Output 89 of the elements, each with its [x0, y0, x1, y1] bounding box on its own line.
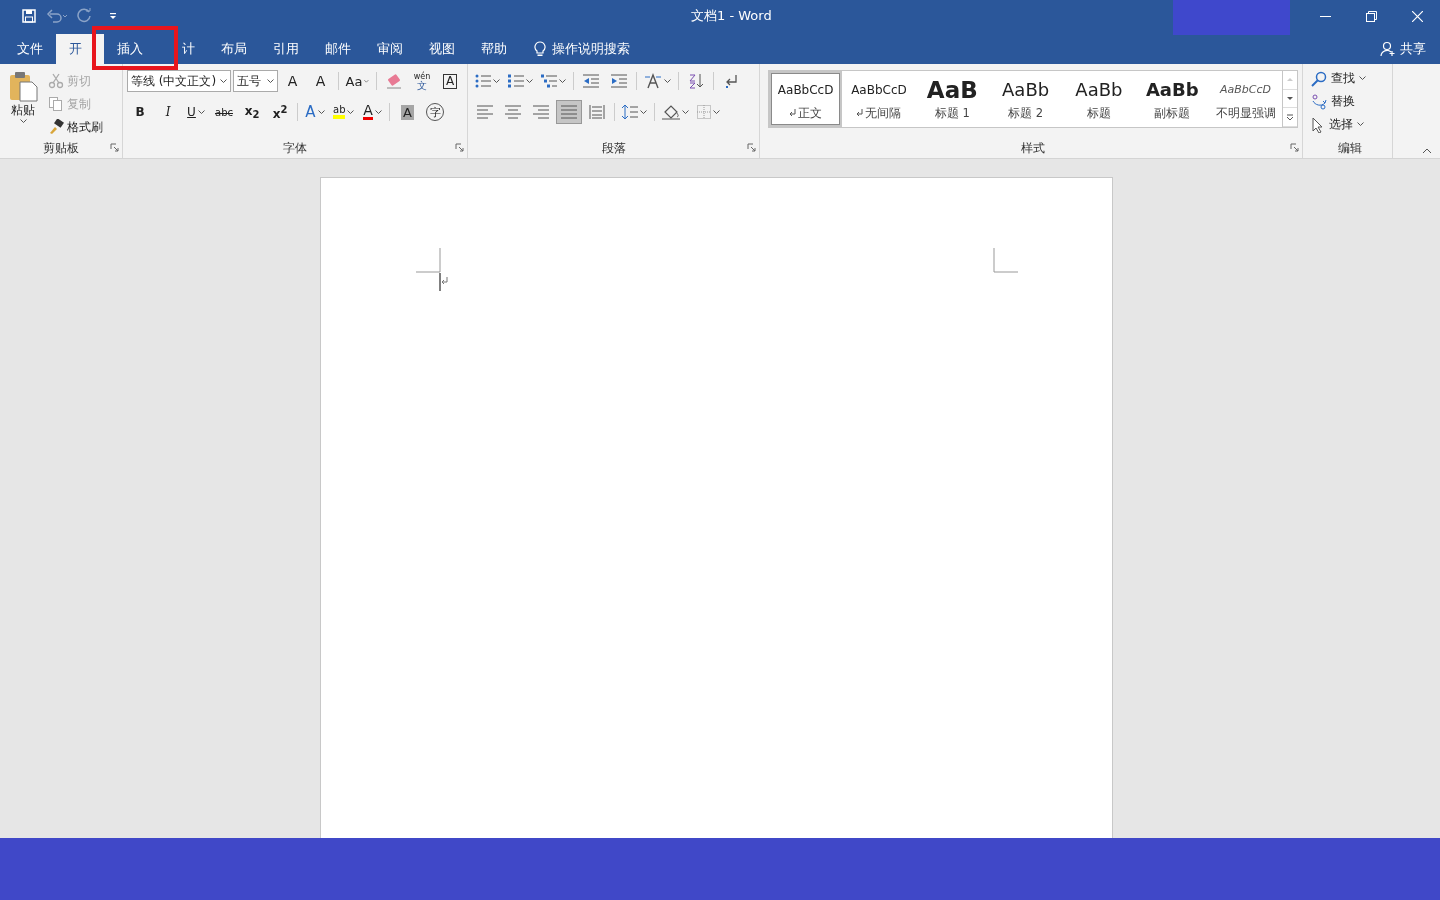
font-button[interactable]: x$_{2}$: [239, 100, 265, 124]
line-spacing-icon: [622, 104, 638, 120]
replace-icon: [1311, 93, 1327, 110]
more-styles-icon[interactable]: [1286, 113, 1295, 121]
font-button[interactable]: Aa: [342, 69, 373, 93]
sort-icon: [688, 73, 704, 89]
search-icon: [1311, 70, 1327, 87]
align-center-icon: [505, 105, 521, 119]
group-label: 编辑: [1337, 140, 1362, 157]
close-icon[interactable]: [1411, 10, 1423, 22]
search-field[interactable]: 操作说明搜索: [552, 40, 630, 58]
ribbon-tab[interactable]: 布局: [208, 34, 260, 64]
distribute-icon: [589, 104, 605, 120]
ribbon-tab[interactable]: 邮件: [312, 34, 364, 64]
style-option[interactable]: AaBb 标题 2: [988, 71, 1063, 127]
group-label: 样式: [1021, 140, 1045, 157]
share-button[interactable]: 共享: [1380, 34, 1426, 64]
collapse-ribbon-icon[interactable]: [1422, 148, 1432, 154]
font-button[interactable]: wén 文: [409, 69, 435, 93]
borders-icon: [697, 105, 711, 119]
font-field[interactable]: 等线 (中文正文): [127, 70, 232, 92]
font-button[interactable]: ab: [330, 100, 358, 124]
paint-bucket-icon: [662, 104, 680, 120]
person-icon: [1380, 41, 1396, 57]
brush-icon: [48, 119, 64, 135]
scissors-icon: [48, 73, 64, 89]
dialog-launcher-icon[interactable]: [455, 143, 464, 152]
paragraph-mark-icon: [724, 73, 738, 89]
font-button[interactable]: I: [155, 100, 181, 124]
toolbar-button[interactable]: 格式刷: [48, 117, 103, 137]
dropdown-icon: [266, 78, 274, 84]
numbered-list-icon: [508, 74, 524, 88]
toolbar-button[interactable]: 查找: [1311, 68, 1388, 89]
customize-icon[interactable]: [108, 11, 118, 21]
style-option[interactable]: AaBb 副标题: [1135, 71, 1209, 127]
font-button[interactable]: U: [183, 100, 209, 124]
multilevel-list-icon: [541, 74, 557, 88]
paste-button[interactable]: 粘贴: [4, 68, 42, 137]
group-label: 段落: [601, 140, 626, 157]
style-option[interactable]: AaB 标题 1: [915, 71, 989, 127]
font-button[interactable]: A: [279, 69, 306, 93]
dialog-launcher-icon[interactable]: [1290, 143, 1299, 152]
ribbon-tab[interactable]: 开: [56, 34, 104, 64]
dropdown-icon: [19, 119, 27, 124]
dropdown-icon: [220, 78, 228, 84]
cursor-icon: [1311, 116, 1325, 133]
ribbon-tab[interactable]: 帮助: [468, 34, 520, 64]
ribbon-tab[interactable]: 视图: [416, 34, 468, 64]
crop-mark-icon: [415, 248, 441, 273]
style-option[interactable]: AaBbCcD 无间隔: [842, 71, 916, 127]
dialog-launcher-icon[interactable]: [110, 143, 119, 152]
ribbon-tab[interactable]: 计: [169, 34, 208, 64]
style-option[interactable]: AaBb 标题: [1062, 71, 1136, 127]
ribbon-tab[interactable]: 插入: [104, 34, 169, 64]
font-button[interactable]: A: [437, 69, 463, 93]
font-button[interactable]: B: [127, 100, 153, 124]
text-layout-icon: [644, 73, 662, 89]
toolbar-button[interactable]: 选择: [1311, 114, 1388, 135]
style-option[interactable]: AaBbCcD 正文: [769, 71, 843, 127]
group-label: 字体: [283, 140, 307, 157]
font-button[interactable]: A: [359, 100, 386, 124]
ribbon-tab[interactable]: 引用: [260, 34, 312, 64]
increase-indent-icon: [611, 74, 627, 88]
group-label: 剪贴板: [43, 140, 79, 157]
toolbar-button[interactable]: 替换: [1311, 91, 1388, 112]
crop-mark-icon: [992, 248, 1018, 273]
justify-icon: [561, 105, 577, 119]
font-button[interactable]: x$^{2}$: [267, 100, 293, 124]
restore-icon[interactable]: [1365, 10, 1377, 22]
copy-icon: [48, 96, 64, 112]
dialog-launcher-icon[interactable]: [747, 143, 756, 152]
bullet-list-icon: [475, 74, 491, 88]
align-left-icon: [477, 105, 493, 119]
ribbon-tab[interactable]: 文件: [4, 34, 56, 64]
lightbulb-icon: [534, 41, 546, 57]
style-option[interactable]: AaBbCcD 不明显强调: [1208, 71, 1283, 127]
save-icon[interactable]: [21, 8, 37, 24]
font-button[interactable]: abc: [211, 100, 237, 124]
window-title: 文档1 - Word: [691, 7, 772, 25]
font-button[interactable]: A: [302, 100, 328, 124]
align-right-icon: [533, 105, 549, 119]
scroll-down-icon[interactable]: [1286, 95, 1295, 102]
font-size-field[interactable]: 五号: [233, 70, 278, 92]
decrease-indent-icon: [583, 74, 599, 88]
font-button[interactable]: A: [307, 69, 334, 93]
text-cursor-icon: [438, 273, 448, 291]
font-button[interactable]: A: [394, 100, 421, 124]
ribbon-tab[interactable]: 审阅: [364, 34, 416, 64]
clipboard-icon: [8, 70, 38, 102]
